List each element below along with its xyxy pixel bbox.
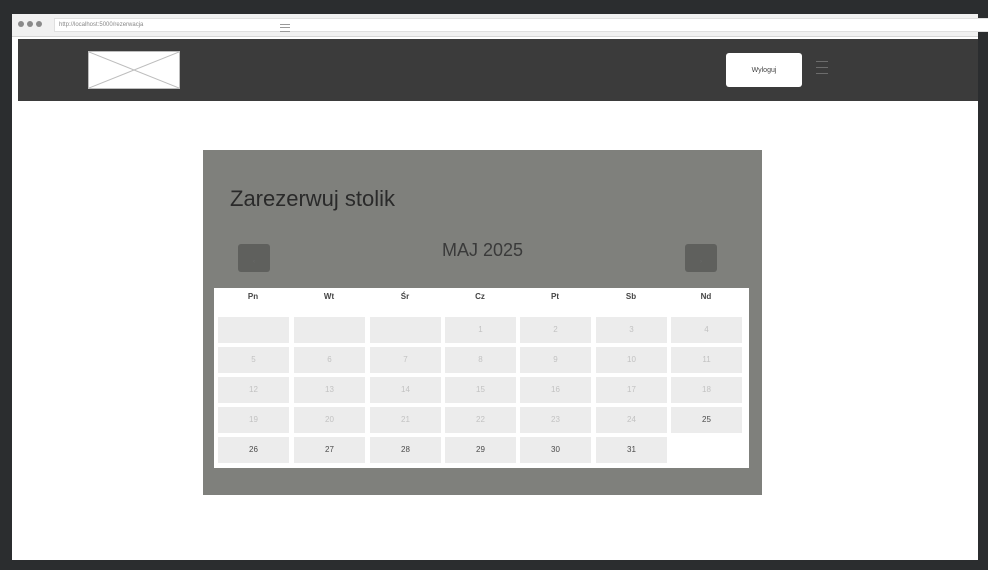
weekday-header: Śr	[400, 292, 410, 301]
day-cell: 7	[370, 347, 441, 373]
day-cell: 19	[218, 407, 289, 433]
reservation-card: Zarezerwuj stolik MAJ 2025 ‹ › Pn Wt Śr Cz P…	[203, 150, 762, 495]
weekday-header: Pt	[551, 292, 559, 301]
next-month-button[interactable]: ›	[685, 244, 717, 272]
page-title: Zarezerwuj stolik	[230, 186, 396, 211]
weekday-header: Wt	[323, 292, 335, 301]
day-cell: 5	[218, 347, 289, 373]
day-cell: 2	[520, 317, 591, 343]
day-cell[interactable]: 30	[520, 437, 591, 463]
empty-day-cell	[370, 317, 441, 343]
day-cell[interactable]: 31	[596, 437, 667, 463]
browser-address-bar: http://localhost:5000/rezerwacja	[12, 14, 988, 37]
day-cell: 12	[218, 377, 289, 403]
weekday-header: Cz	[475, 292, 485, 301]
day-cell: 10	[596, 347, 667, 373]
day-cell: 23	[520, 407, 591, 433]
day-cell: 13	[294, 377, 365, 403]
day-cell: 22	[445, 407, 516, 433]
site-header: Wyloguj	[18, 39, 978, 101]
hamburger-menu-icon[interactable]	[816, 61, 828, 75]
day-cell: 8	[445, 347, 516, 373]
day-cell: 1	[445, 317, 516, 343]
day-cell[interactable]: 26	[218, 437, 289, 463]
day-cell: 21	[370, 407, 441, 433]
logout-button[interactable]: Wyloguj	[726, 53, 802, 87]
day-cell: 11	[671, 347, 742, 373]
day-cell: 4	[671, 317, 742, 343]
day-cell: 24	[596, 407, 667, 433]
day-cell: 18	[671, 377, 742, 403]
day-cell[interactable]: 25	[671, 407, 742, 433]
weekday-header: Nd	[700, 292, 712, 301]
chevron-right-icon: ›	[700, 258, 702, 265]
month-label: MAJ 2025	[441, 240, 524, 260]
logo-placeholder-image[interactable]	[88, 51, 180, 89]
url-field[interactable]: http://localhost:5000/rezerwacja	[54, 18, 988, 32]
day-cell: 3	[596, 317, 667, 343]
day-cell[interactable]: 27	[294, 437, 365, 463]
empty-day-cell	[294, 317, 365, 343]
day-cell: 9	[520, 347, 591, 373]
browser-menu-icon[interactable]	[280, 24, 290, 32]
day-cell[interactable]: 29	[445, 437, 516, 463]
day-cell: 6	[294, 347, 365, 373]
weekday-header: Pn	[247, 292, 259, 301]
day-cell: 14	[370, 377, 441, 403]
weekday-header: Sb	[625, 292, 637, 301]
day-cell: 16	[520, 377, 591, 403]
day-cell: 15	[445, 377, 516, 403]
empty-day-cell	[218, 317, 289, 343]
chevron-left-icon: ‹	[253, 258, 255, 265]
day-cell[interactable]: 28	[370, 437, 441, 463]
window-controls	[18, 21, 42, 27]
prev-month-button[interactable]: ‹	[238, 244, 270, 272]
browser-window: http://localhost:5000/rezerwacja Wyloguj…	[12, 14, 988, 560]
maximize-window-icon[interactable]	[36, 21, 42, 27]
day-cell: 17	[596, 377, 667, 403]
minimize-window-icon[interactable]	[27, 21, 33, 27]
close-window-icon[interactable]	[18, 21, 24, 27]
calendar-grid: Pn Wt Śr Cz Pt Sb Nd 1 2 3 4 5 6 7 8 9 10 11 12 13 14 15 16 17 1…	[214, 288, 749, 468]
day-cell: 20	[294, 407, 365, 433]
